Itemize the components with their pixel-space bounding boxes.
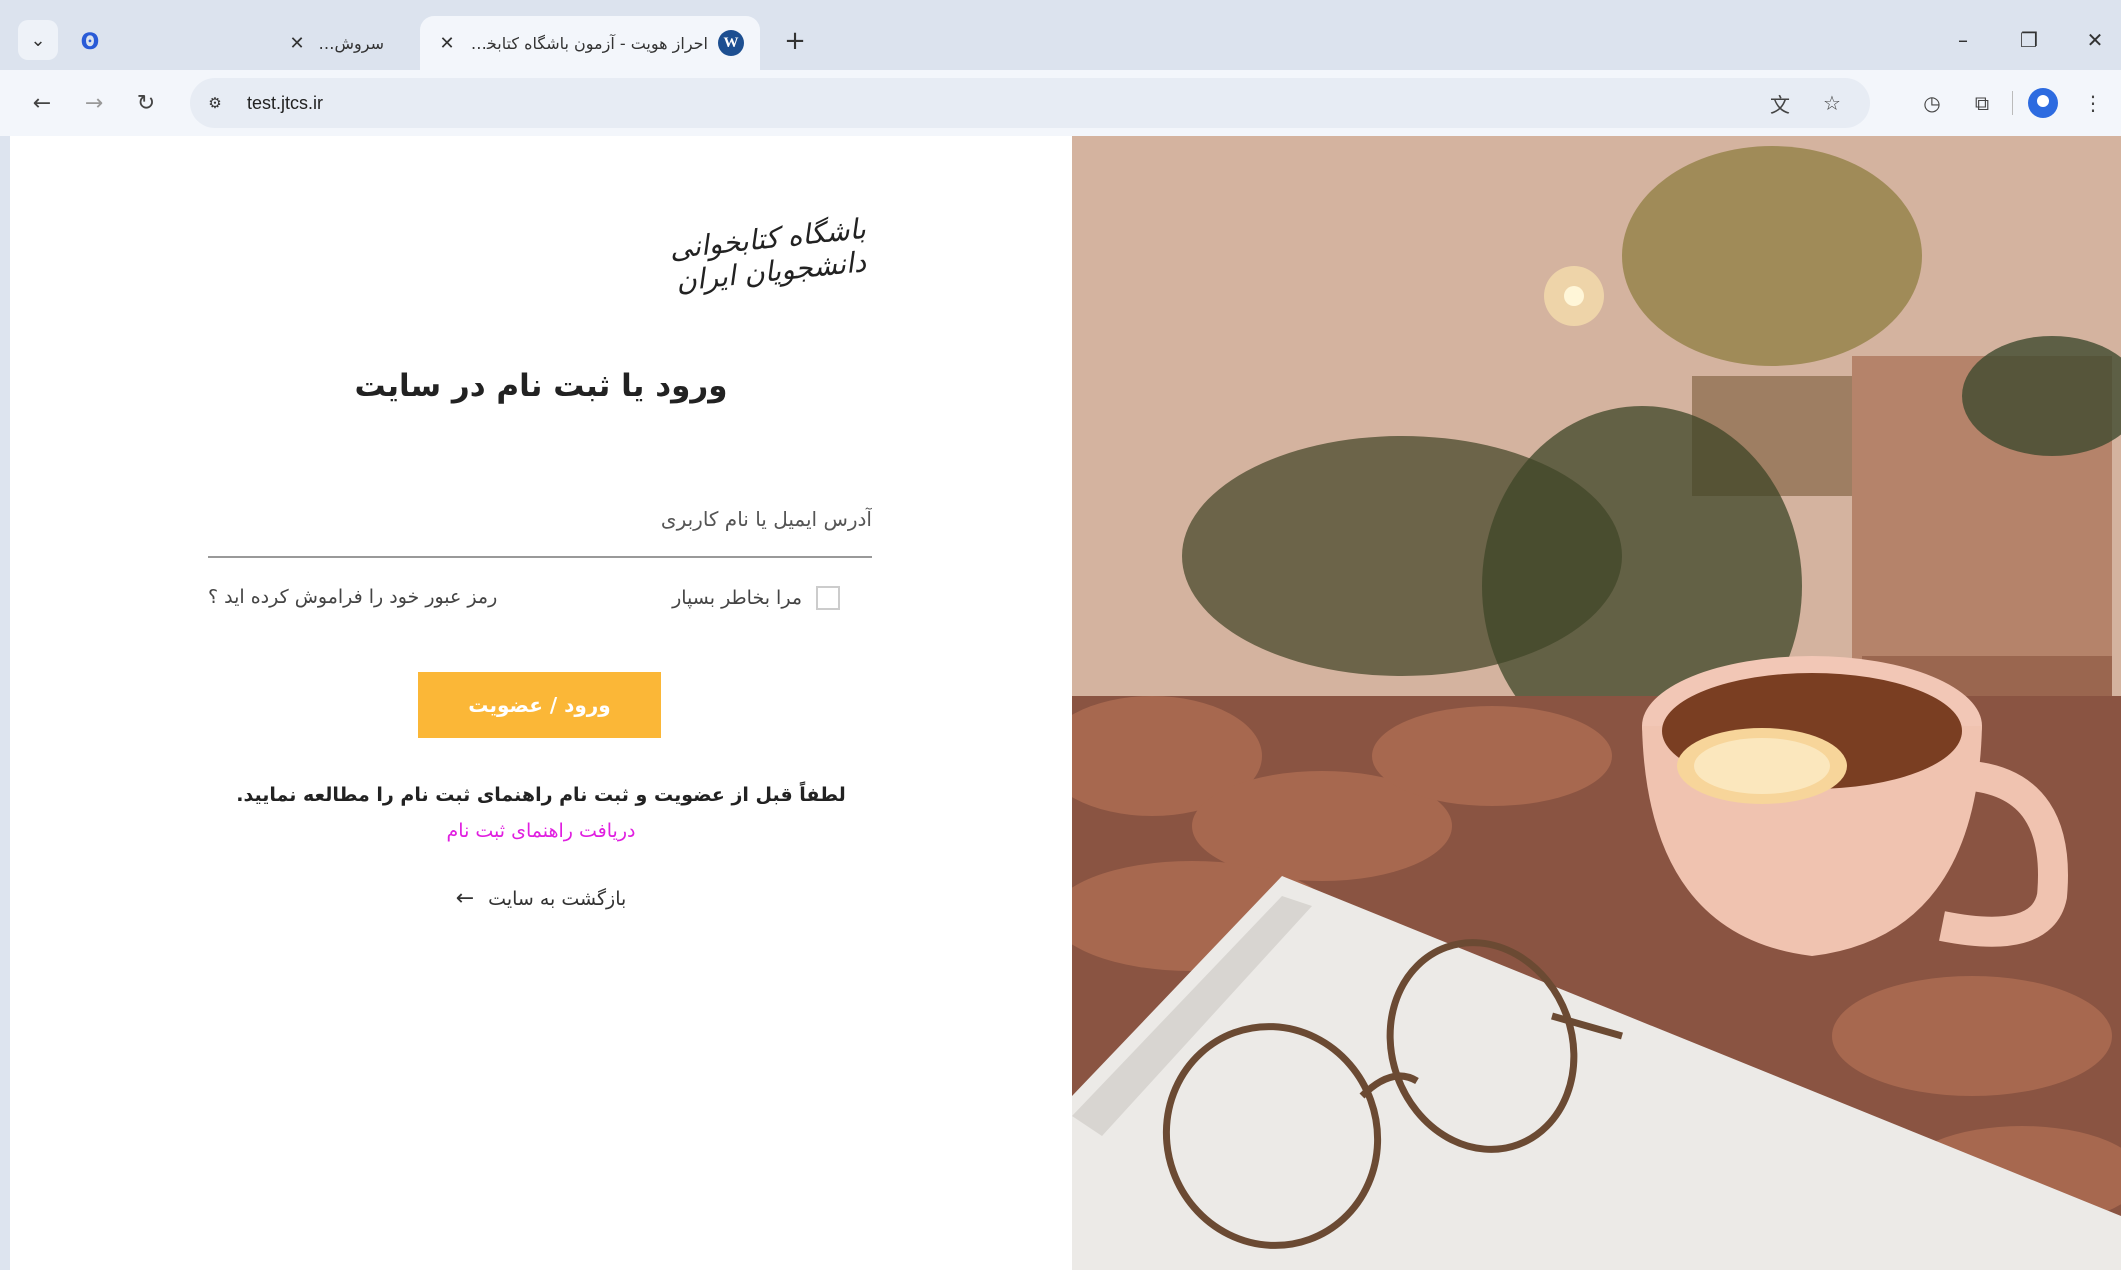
bookmark-star-icon[interactable]: ☆: [1812, 83, 1852, 123]
close-icon[interactable]: ✕: [436, 33, 458, 54]
tab-title: احراز هویت - آزمون باشگاه کتابخوانی د: [458, 33, 708, 53]
close-icon: ✕: [2086, 28, 2104, 52]
extensions-icon[interactable]: ⧉: [1962, 83, 2002, 123]
browser-window: ⌄ ʘ سروش پلاس ✕ W احراز هویت - آزمون باش…: [0, 0, 2121, 1270]
page-viewport: باشگاه کتابخوانی دانشجویان ایران ورود یا…: [10, 136, 2121, 1270]
back-button[interactable]: ←: [22, 83, 62, 123]
close-icon[interactable]: ✕: [286, 33, 308, 54]
tab-search-button[interactable]: ⌄: [18, 20, 58, 60]
remember-label: مرا بخاطر بسپار: [672, 587, 802, 609]
minimize-icon: –: [1958, 28, 1968, 52]
forgot-password-link[interactable]: رمز عبور خود را فراموش کرده اید ؟: [208, 586, 497, 608]
back-to-site-link[interactable]: بازگشت به سایت ←: [10, 886, 1072, 911]
tab-title: سروش پلاس: [308, 33, 384, 53]
close-window-button[interactable]: ✕: [2072, 20, 2118, 60]
restore-button[interactable]: ❐: [2006, 20, 2052, 60]
username-input[interactable]: [208, 484, 872, 554]
history-icon[interactable]: ◷: [1912, 83, 1952, 123]
minimize-button[interactable]: –: [1940, 20, 1986, 60]
reload-button[interactable]: ↻: [126, 83, 166, 123]
forward-button[interactable]: →: [74, 83, 114, 123]
url-text[interactable]: test.jtcs.ir: [247, 93, 323, 114]
soroush-tab-favicon[interactable]: ʘ: [70, 22, 110, 62]
restore-icon: ❐: [2020, 28, 2038, 52]
chevron-down-icon: ⌄: [30, 29, 46, 51]
site-info-icon[interactable]: ⚙: [195, 83, 235, 123]
profile-button[interactable]: [2023, 83, 2063, 123]
back-to-site-label: بازگشت به سایت: [488, 888, 627, 910]
wordpress-icon: W: [718, 30, 744, 56]
arrow-left-icon: ←: [455, 886, 475, 911]
reload-icon: ↻: [136, 90, 156, 116]
remember-checkbox[interactable]: [816, 586, 840, 610]
tab-auth[interactable]: W احراز هویت - آزمون باشگاه کتابخوانی د …: [420, 16, 760, 70]
more-menu-icon[interactable]: ⋮: [2073, 83, 2113, 123]
site-logo[interactable]: باشگاه کتابخوانی دانشجویان ایران: [646, 210, 893, 315]
browser-toolbar: ← → ↻ ⚙ test.jtcs.ir 文 ☆ ◷ ⧉ ⋮: [0, 70, 2121, 136]
soroush-logo-icon: ʘ: [80, 29, 100, 55]
arrow-right-icon: →: [84, 90, 104, 116]
login-register-button[interactable]: ورود / عضویت: [418, 672, 661, 738]
arrow-left-icon: ←: [32, 90, 52, 116]
tab-strip: ⌄ ʘ سروش پلاس ✕ W احراز هویت - آزمون باش…: [0, 0, 2121, 70]
username-field-wrapper: [208, 484, 872, 558]
registration-guide-link[interactable]: دریافت راهنمای ثبت نام: [10, 820, 1072, 842]
page-title: ورود یا ثبت نام در سایت: [354, 368, 728, 404]
translate-icon[interactable]: 文: [1760, 83, 1800, 123]
hero-photo: [1072, 136, 2121, 1270]
remember-me[interactable]: مرا بخاطر بسپار: [672, 586, 840, 610]
toolbar-divider: [2012, 91, 2013, 115]
registration-note: لطفاً قبل از عضویت و ثبت نام راهنمای ثبت…: [236, 784, 846, 806]
hero-photo-illustration: [1072, 136, 2121, 1270]
new-tab-button[interactable]: +: [778, 24, 812, 58]
login-panel: باشگاه کتابخوانی دانشجویان ایران ورود یا…: [10, 136, 1072, 1270]
avatar: [2028, 88, 2058, 118]
address-bar[interactable]: ⚙ test.jtcs.ir 文 ☆: [190, 78, 1870, 128]
tab-soroush[interactable]: سروش پلاس ✕: [270, 16, 410, 70]
